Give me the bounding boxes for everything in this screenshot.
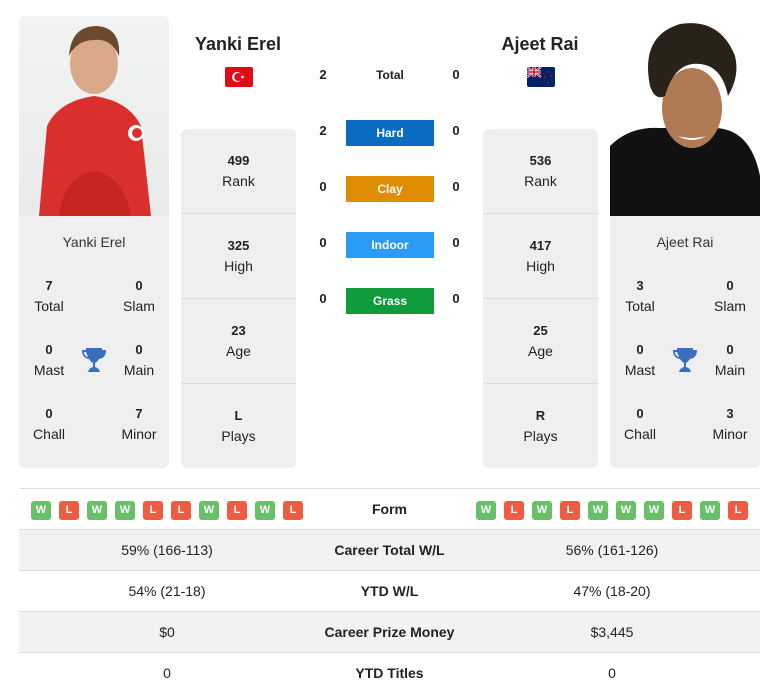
player1-ytd-wl: 54% (21-18)	[128, 583, 206, 599]
player1-mast-titles: 0 Mast	[33, 342, 65, 378]
player2-prize-money: $3,445	[590, 624, 634, 640]
form-badge: L	[504, 501, 524, 520]
surface-clay-badge[interactable]: Clay	[346, 176, 434, 202]
player1-age: 23 Age	[181, 299, 296, 384]
player2-photo	[610, 16, 760, 216]
player2-form: W L W L W W W L W L	[476, 501, 748, 520]
form-label: Form	[372, 501, 407, 517]
form-badge: L	[560, 501, 580, 520]
player1-rank: 499 Rank	[181, 129, 296, 214]
form-badge: W	[31, 501, 51, 520]
h2h-clay-p1: 0	[319, 179, 327, 194]
player1-minor-titles: 7 Minor	[121, 406, 157, 442]
player2-career-wl: 56% (161-126)	[565, 542, 659, 558]
h2h-indoor-p2: 0	[452, 235, 460, 250]
player2-slam-titles: 0 Slam	[714, 278, 746, 314]
player2-card-name: Ajeet Rai	[656, 234, 714, 250]
form-badge: W	[199, 501, 219, 520]
ytd-wl-row: 54% (21-18) YTD W/L 47% (18-20)	[19, 570, 760, 611]
trophy-icon	[673, 348, 697, 372]
form-badge: L	[728, 501, 748, 520]
player1-prize-money: $0	[159, 624, 175, 640]
form-badge: W	[115, 501, 135, 520]
form-badge: L	[283, 501, 303, 520]
player2-rank: 536 Rank	[483, 129, 598, 214]
h2h-indoor-p1: 0	[319, 235, 327, 250]
player2-ytd-titles: 0	[608, 665, 616, 681]
career-wl-row: 59% (166-113) Career Total W/L 56% (161-…	[19, 529, 760, 570]
player1-form: W L W W L L W L W L	[31, 501, 303, 520]
player1-info-panel: 499 Rank 325 High 23 Age L Plays	[181, 129, 296, 468]
player2-name[interactable]: Ajeet Rai	[460, 34, 620, 55]
player1-career-wl: 59% (166-113)	[121, 542, 213, 558]
surface-hard-badge[interactable]: Hard	[346, 120, 434, 146]
h2h-total-p2: 0	[452, 67, 460, 82]
surface-grass-badge[interactable]: Grass	[346, 288, 434, 314]
form-badge: L	[171, 501, 191, 520]
form-badge: W	[616, 501, 636, 520]
form-badge: W	[532, 501, 552, 520]
comparison-table: W L W W L L W L W L Form W L W L W W W L…	[19, 488, 760, 693]
player1-titles-card: Yanki Erel 7 Total 0 Slam 0 Mast 0 Main 0 Cha…	[19, 216, 169, 468]
player2-high: 417 High	[483, 214, 598, 299]
h2h-hard-p2: 0	[452, 123, 460, 138]
trophy-icon	[82, 348, 106, 372]
turkey-flag-icon	[225, 67, 253, 87]
new-zealand-flag-icon	[527, 67, 555, 87]
ytd-wl-label: YTD W/L	[360, 583, 419, 599]
form-badge: L	[59, 501, 79, 520]
player2-minor-titles: 3 Minor	[712, 406, 748, 442]
player1-chall-titles: 0 Chall	[33, 406, 65, 442]
h2h-grass-p2: 0	[452, 291, 460, 306]
h2h-hard-p1: 2	[319, 123, 327, 138]
surface-indoor-badge[interactable]: Indoor	[346, 232, 434, 258]
player2-plays: R Plays	[523, 408, 558, 444]
h2h-grass-p1: 0	[319, 291, 327, 306]
player2-chall-titles: 0 Chall	[624, 406, 656, 442]
player1-name[interactable]: Yanki Erel	[158, 34, 318, 55]
prize-money-row: $0 Career Prize Money $3,445	[19, 611, 760, 652]
h2h-total-label: Total	[376, 68, 404, 82]
form-badge: W	[700, 501, 720, 520]
player2-titles-card: Ajeet Rai 3 Total 0 Slam 0 Mast 0 Main 0 Chal…	[610, 216, 760, 468]
player1-ytd-titles: 0	[163, 665, 171, 681]
player2-total-titles: 3 Total	[625, 278, 655, 314]
h2h-clay-p2: 0	[452, 179, 460, 194]
form-badge: W	[644, 501, 664, 520]
career-wl-label: Career Total W/L	[334, 542, 445, 558]
form-badge: L	[227, 501, 247, 520]
player1-slam-titles: 0 Slam	[123, 278, 155, 314]
form-row: W L W W L L W L W L Form W L W L W W W L…	[19, 488, 760, 529]
prize-money-label: Career Prize Money	[324, 624, 455, 640]
form-badge: L	[143, 501, 163, 520]
player1-plays: L Plays	[221, 408, 256, 444]
player2-ytd-wl: 47% (18-20)	[573, 583, 651, 599]
player2-main-titles: 0 Main	[714, 342, 746, 378]
player2-mast-titles: 0 Mast	[624, 342, 656, 378]
player1-photo	[19, 16, 169, 216]
ytd-titles-label: YTD Titles	[355, 665, 424, 681]
form-badge: W	[588, 501, 608, 520]
h2h-total-p1: 2	[319, 67, 327, 82]
ytd-titles-row: 0 YTD Titles 0	[19, 652, 760, 693]
player2-info-panel: 536 Rank 417 High 25 Age R Plays	[483, 129, 598, 468]
player1-card-name: Yanki Erel	[62, 234, 126, 250]
form-badge: W	[87, 501, 107, 520]
form-badge: W	[255, 501, 275, 520]
form-badge: W	[476, 501, 496, 520]
form-badge: L	[672, 501, 692, 520]
player1-total-titles: 7 Total	[34, 278, 64, 314]
player1-main-titles: 0 Main	[123, 342, 155, 378]
player1-high: 325 High	[181, 214, 296, 299]
player2-age: 25 Age	[483, 299, 598, 384]
